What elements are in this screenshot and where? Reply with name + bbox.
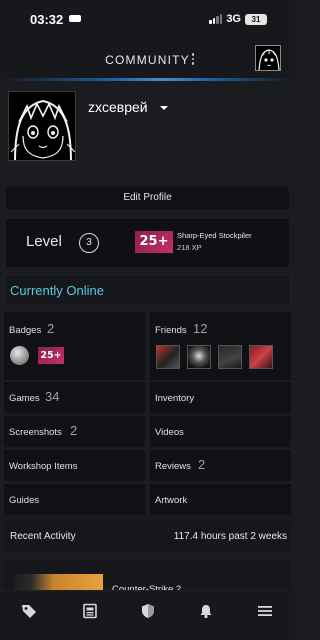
screenshots-cell[interactable]: Screenshots 2 bbox=[4, 416, 145, 447]
inventory-label: Inventory bbox=[155, 393, 195, 404]
workshop-label: Workshop Items bbox=[9, 461, 78, 472]
online-status: Currently Online bbox=[4, 274, 291, 306]
recent-activity-label: Recent Activity bbox=[10, 531, 76, 542]
news-icon[interactable] bbox=[82, 603, 98, 619]
username[interactable]: zxcеврей bbox=[88, 99, 148, 115]
status-time: 03:32 bbox=[30, 12, 64, 27]
bottom-nav bbox=[0, 590, 295, 640]
recent-activity-header: Recent Activity 117.4 hours past 2 weeks bbox=[4, 521, 291, 552]
friend-avatar[interactable] bbox=[156, 345, 180, 369]
friend-avatar[interactable] bbox=[187, 345, 211, 369]
status-bar: 03:32 3G 31 bbox=[0, 0, 295, 40]
network-type: 3G bbox=[226, 13, 241, 25]
level-value: 3 bbox=[79, 233, 99, 253]
menu-icon[interactable] bbox=[257, 603, 273, 619]
badges-cell[interactable]: Badges 2 25+ bbox=[4, 312, 145, 380]
stockpiler-badge-icon: 25+ bbox=[38, 347, 64, 364]
bell-icon[interactable] bbox=[198, 603, 214, 619]
games-cell[interactable]: Games 34 bbox=[4, 382, 145, 413]
featured-badge-name: Sharp-Eyed Stockpiler bbox=[177, 231, 252, 240]
reviews-count: 2 bbox=[198, 457, 206, 472]
friend-avatar[interactable] bbox=[218, 345, 242, 369]
tag-icon[interactable] bbox=[21, 603, 37, 619]
shield-icon[interactable] bbox=[140, 603, 156, 619]
featured-badge-icon[interactable]: 25+ bbox=[135, 231, 173, 253]
chevron-down-icon[interactable] bbox=[160, 106, 168, 110]
guides-label: Guides bbox=[9, 495, 40, 506]
page-title: COMMUNITY bbox=[105, 53, 190, 67]
battery-icon: 31 bbox=[245, 13, 267, 25]
friend-avatar[interactable] bbox=[249, 345, 273, 369]
screenshots-count: 2 bbox=[70, 423, 78, 438]
friends-cell[interactable]: Friends 12 bbox=[150, 312, 291, 380]
games-count: 34 bbox=[45, 389, 60, 404]
coin-badge-icon bbox=[10, 346, 29, 365]
badges-label: Badges bbox=[9, 325, 42, 336]
artwork-cell[interactable]: Artwork bbox=[150, 484, 291, 515]
reviews-label: Reviews bbox=[155, 461, 191, 472]
car-icon bbox=[69, 15, 81, 22]
status-indicators: 3G 31 bbox=[209, 13, 267, 25]
badges-count: 2 bbox=[47, 321, 55, 336]
recent-activity-hours: 117.4 hours past 2 weeks bbox=[173, 531, 287, 542]
inventory-cell[interactable]: Inventory bbox=[150, 382, 291, 413]
profile-avatar-icon[interactable] bbox=[255, 45, 281, 71]
artwork-label: Artwork bbox=[155, 495, 188, 506]
games-label: Games bbox=[9, 393, 40, 404]
header-glow bbox=[0, 78, 295, 81]
screenshots-label: Screenshots bbox=[9, 427, 62, 438]
videos-cell[interactable]: Videos bbox=[150, 416, 291, 447]
profile-avatar[interactable] bbox=[8, 91, 76, 161]
friends-count: 12 bbox=[193, 321, 208, 336]
reviews-cell[interactable]: Reviews 2 bbox=[150, 450, 291, 481]
guides-cell[interactable]: Guides bbox=[4, 484, 145, 515]
friends-label: Friends bbox=[155, 325, 187, 336]
edit-profile-button[interactable]: Edit Profile bbox=[6, 187, 289, 209]
level-label: Level bbox=[26, 233, 62, 250]
level-section[interactable]: Level 3 25+ Sharp-Eyed Stockpiler 218 XP bbox=[6, 219, 289, 267]
featured-badge-xp: 218 XP bbox=[177, 243, 202, 252]
kebab-menu-icon[interactable] bbox=[190, 53, 196, 67]
videos-label: Videos bbox=[155, 427, 184, 438]
workshop-cell[interactable]: Workshop Items bbox=[4, 450, 145, 481]
signal-icon bbox=[209, 14, 223, 24]
online-status-text: Currently Online bbox=[10, 283, 104, 298]
top-bar: COMMUNITY bbox=[0, 40, 295, 80]
